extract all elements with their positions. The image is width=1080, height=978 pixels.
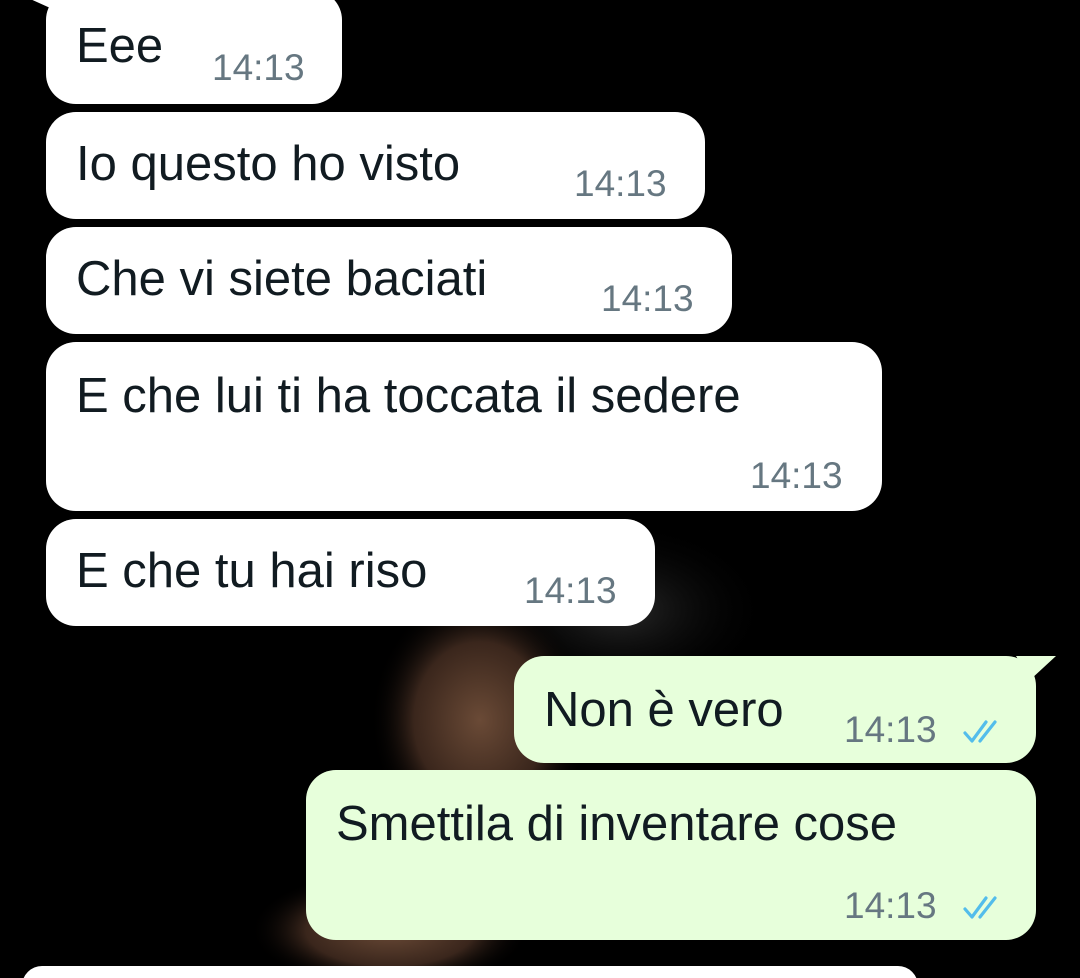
message-text: Non è vero	[544, 683, 784, 737]
outgoing-message-bubble[interactable]: Non è vero 14:13	[514, 656, 1036, 763]
message-timestamp: 14:13	[601, 278, 694, 319]
incoming-message-bubble-partial[interactable]	[22, 966, 918, 978]
message-text: E che tu hai riso	[76, 544, 428, 598]
message-text: Che vi siete baciati	[76, 252, 488, 306]
chat-conversation: Eee 14:13 Io questo ho visto 14:13 Che v…	[0, 0, 1080, 978]
message-timestamp: 14:13	[212, 47, 305, 88]
message-timestamp: 14:13	[574, 163, 667, 204]
bubble-tail	[32, 0, 68, 16]
message-timestamp: 14:13	[844, 885, 937, 926]
message-text: E che lui ti ha toccata il sedere	[76, 369, 741, 423]
message-text: Io questo ho visto	[76, 137, 461, 191]
double-check-read-icon	[963, 896, 997, 919]
incoming-message-bubble[interactable]: Che vi siete baciati 14:13	[46, 227, 732, 334]
message-timestamp: 14:13	[844, 709, 937, 750]
message-timestamp: 14:13	[524, 570, 617, 611]
double-check-read-icon	[963, 720, 997, 743]
message-text: Eee	[76, 19, 164, 73]
incoming-message-bubble[interactable]: E che lui ti ha toccata il sedere 14:13	[46, 342, 882, 511]
message-timestamp: 14:13	[750, 455, 843, 496]
incoming-message-bubble[interactable]: Io questo ho visto 14:13	[46, 112, 705, 219]
outgoing-message-bubble[interactable]: Smettila di inventare cose 14:13	[306, 770, 1036, 940]
bubble-tail	[1016, 656, 1056, 680]
incoming-message-bubble[interactable]: E che tu hai riso 14:13	[46, 519, 655, 626]
incoming-message-bubble[interactable]: Eee 14:13	[46, 0, 342, 104]
message-text: Smettila di inventare cose	[336, 797, 898, 851]
